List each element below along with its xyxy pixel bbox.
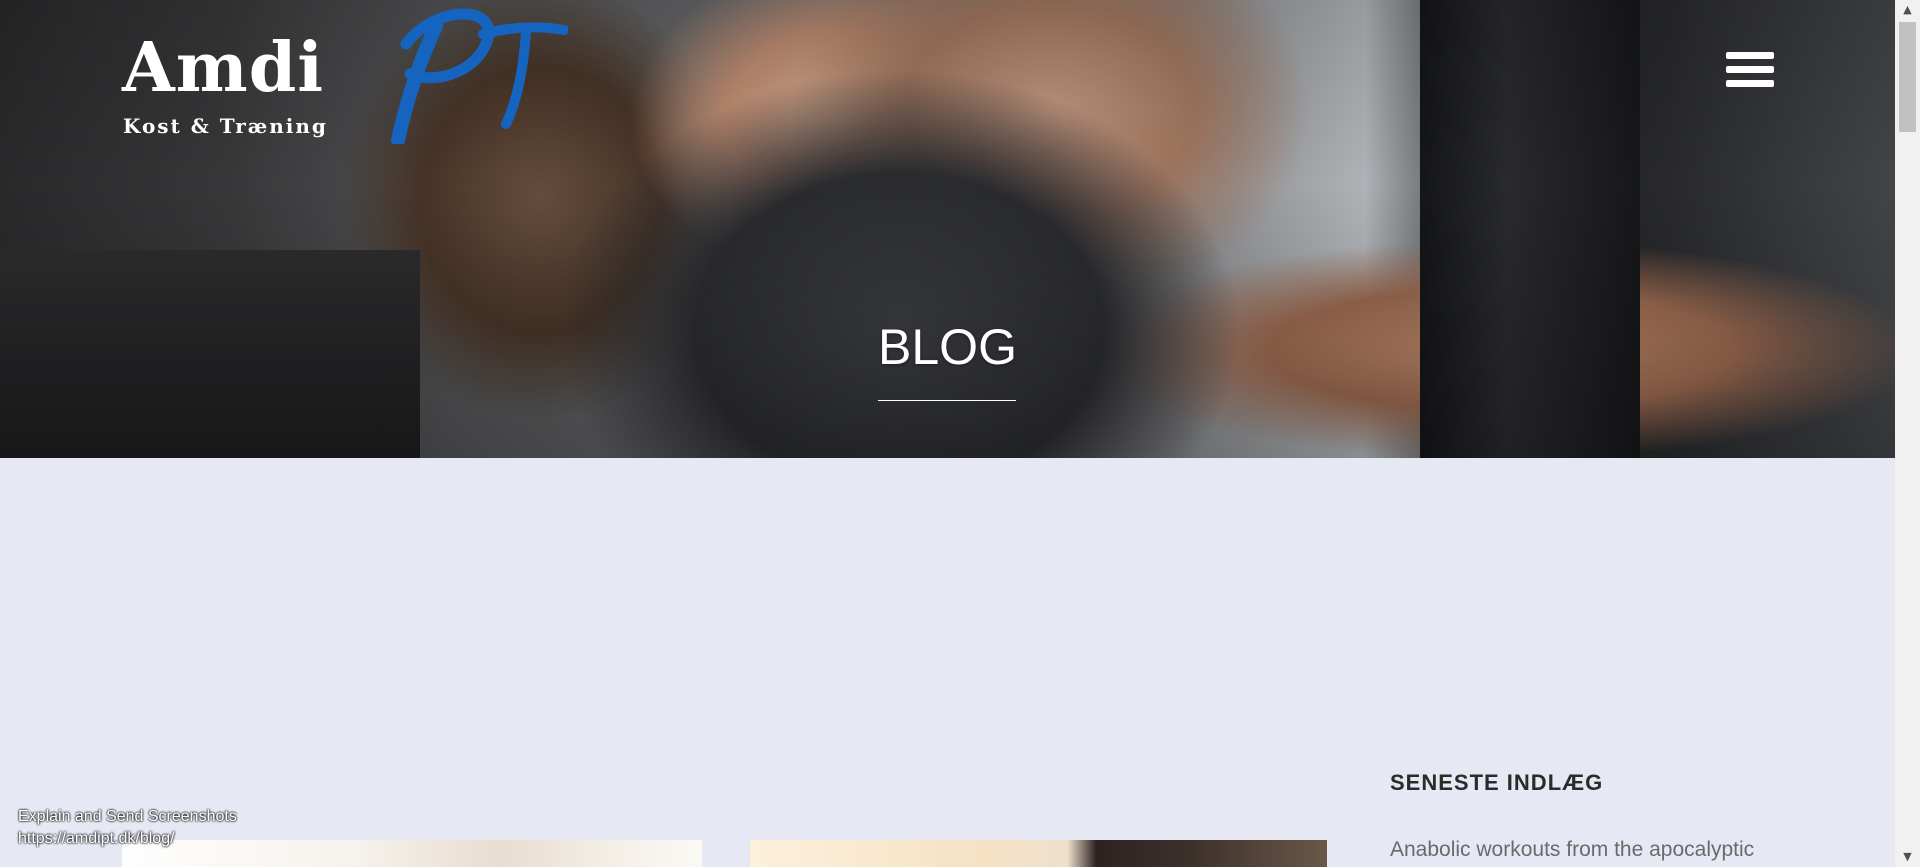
status-url: https://amdipt.dk/blog/ xyxy=(18,830,175,847)
title-underline xyxy=(878,400,1016,401)
scroll-up-arrow-icon[interactable]: ▲ xyxy=(1895,0,1920,20)
status-label: Explain and Send Screenshots xyxy=(18,808,237,825)
hamburger-menu-icon[interactable] xyxy=(1726,52,1774,92)
logo-brand-main: Amdi xyxy=(122,28,325,108)
scroll-down-arrow-icon[interactable]: ▼ xyxy=(1895,847,1920,867)
recent-posts-heading: SENESTE INDLÆG xyxy=(1390,770,1604,795)
logo-pt-mark xyxy=(391,8,568,144)
hero-banner: Amdi Kost & Træning BLOG xyxy=(0,0,1895,458)
vertical-scrollbar[interactable]: ▲ ▼ xyxy=(1895,0,1920,867)
logo-tagline: Kost & Træning xyxy=(123,114,328,138)
blog-card-thumbnail[interactable] xyxy=(750,840,1327,867)
site-logo[interactable]: Amdi Kost & Træning xyxy=(118,4,568,144)
scrollbar-thumb[interactable] xyxy=(1899,22,1916,132)
recent-post-link[interactable]: Anabolic workouts from the apocalyptic xyxy=(1390,838,1870,862)
status-overlay: Explain and Send Screenshots https://amd… xyxy=(18,806,237,850)
page-title: BLOG xyxy=(878,319,1017,375)
